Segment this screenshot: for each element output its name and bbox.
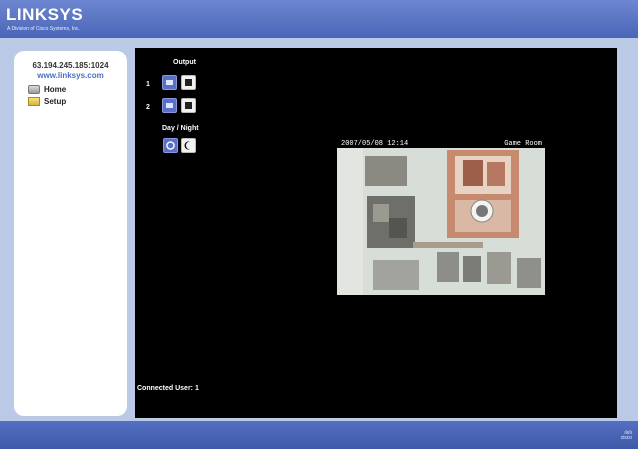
output-open-icon bbox=[166, 80, 173, 85]
output-1-number: 1 bbox=[146, 81, 150, 88]
folder-gray-icon bbox=[28, 85, 40, 94]
video-timestamp: 2007/05/08 12:14 bbox=[341, 140, 409, 148]
output-2-on-button[interactable] bbox=[162, 98, 177, 113]
website-link[interactable]: www.linksys.com bbox=[14, 71, 127, 80]
output-closed-icon bbox=[185, 102, 192, 109]
linksys-logo: LINKSYS bbox=[6, 5, 84, 24]
moon-icon bbox=[184, 141, 190, 150]
cisco-logo: ılıılı cisco bbox=[621, 431, 632, 441]
connected-users: Connected User: 1 bbox=[137, 385, 199, 392]
camera-frame-image bbox=[337, 148, 545, 295]
output-2-off-button[interactable] bbox=[181, 98, 196, 113]
camera-video: 2007/05/08 12:14 Game Room bbox=[337, 140, 545, 295]
output-label: Output bbox=[173, 59, 196, 66]
video-feed bbox=[337, 148, 545, 295]
cisco-text: cisco bbox=[620, 435, 632, 441]
night-mode-button[interactable] bbox=[181, 138, 196, 153]
output-1-on-button[interactable] bbox=[162, 75, 177, 90]
output-open-icon bbox=[166, 103, 173, 108]
day-night-label: Day / Night bbox=[162, 125, 199, 132]
sidebar-item-setup[interactable]: Setup bbox=[28, 97, 66, 106]
header: LINKSYS A Division of Cisco Systems, Inc… bbox=[0, 0, 638, 38]
sidebar: 63.194.245.185:1024 www.linksys.com Home… bbox=[14, 51, 127, 416]
ip-address: 63.194.245.185:1024 bbox=[32, 61, 109, 70]
day-mode-button[interactable] bbox=[163, 138, 178, 153]
footer bbox=[0, 421, 638, 449]
sidebar-item-label: Home bbox=[44, 85, 67, 94]
output-closed-icon bbox=[185, 79, 192, 86]
sun-icon bbox=[166, 141, 175, 150]
video-room-name: Game Room bbox=[504, 140, 542, 148]
sidebar-item-label: Setup bbox=[44, 97, 67, 106]
folder-yellow-icon bbox=[28, 97, 40, 106]
sidebar-item-home[interactable]: Home bbox=[28, 85, 66, 94]
logo-subtitle: A Division of Cisco Systems, Inc. bbox=[7, 26, 80, 32]
output-1-off-button[interactable] bbox=[181, 75, 196, 90]
output-2-number: 2 bbox=[146, 104, 150, 111]
